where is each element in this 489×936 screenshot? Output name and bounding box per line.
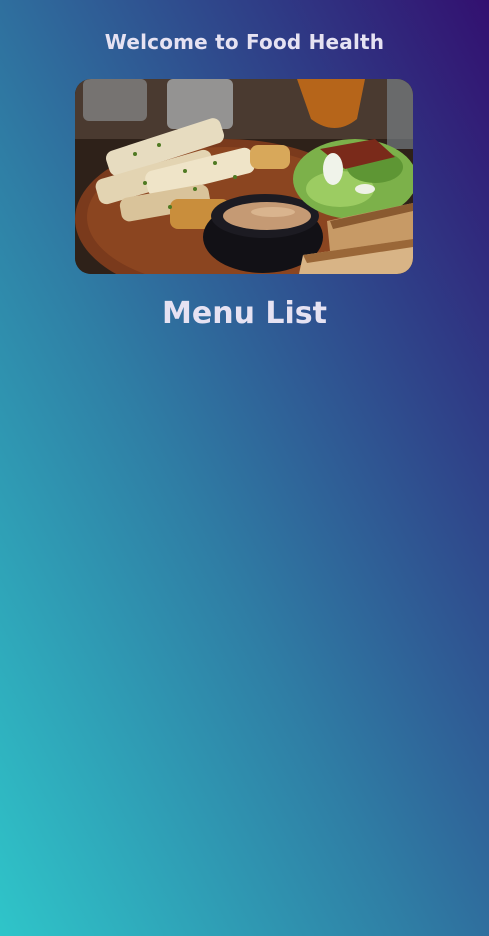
app-screen: Welcome to Food Health Menu List xyxy=(0,0,489,936)
welcome-title: Welcome to Food Health xyxy=(104,30,385,54)
menu-list[interactable] xyxy=(0,345,489,936)
hero-food-image xyxy=(75,79,413,274)
menu-list-title: Menu List xyxy=(162,296,327,331)
